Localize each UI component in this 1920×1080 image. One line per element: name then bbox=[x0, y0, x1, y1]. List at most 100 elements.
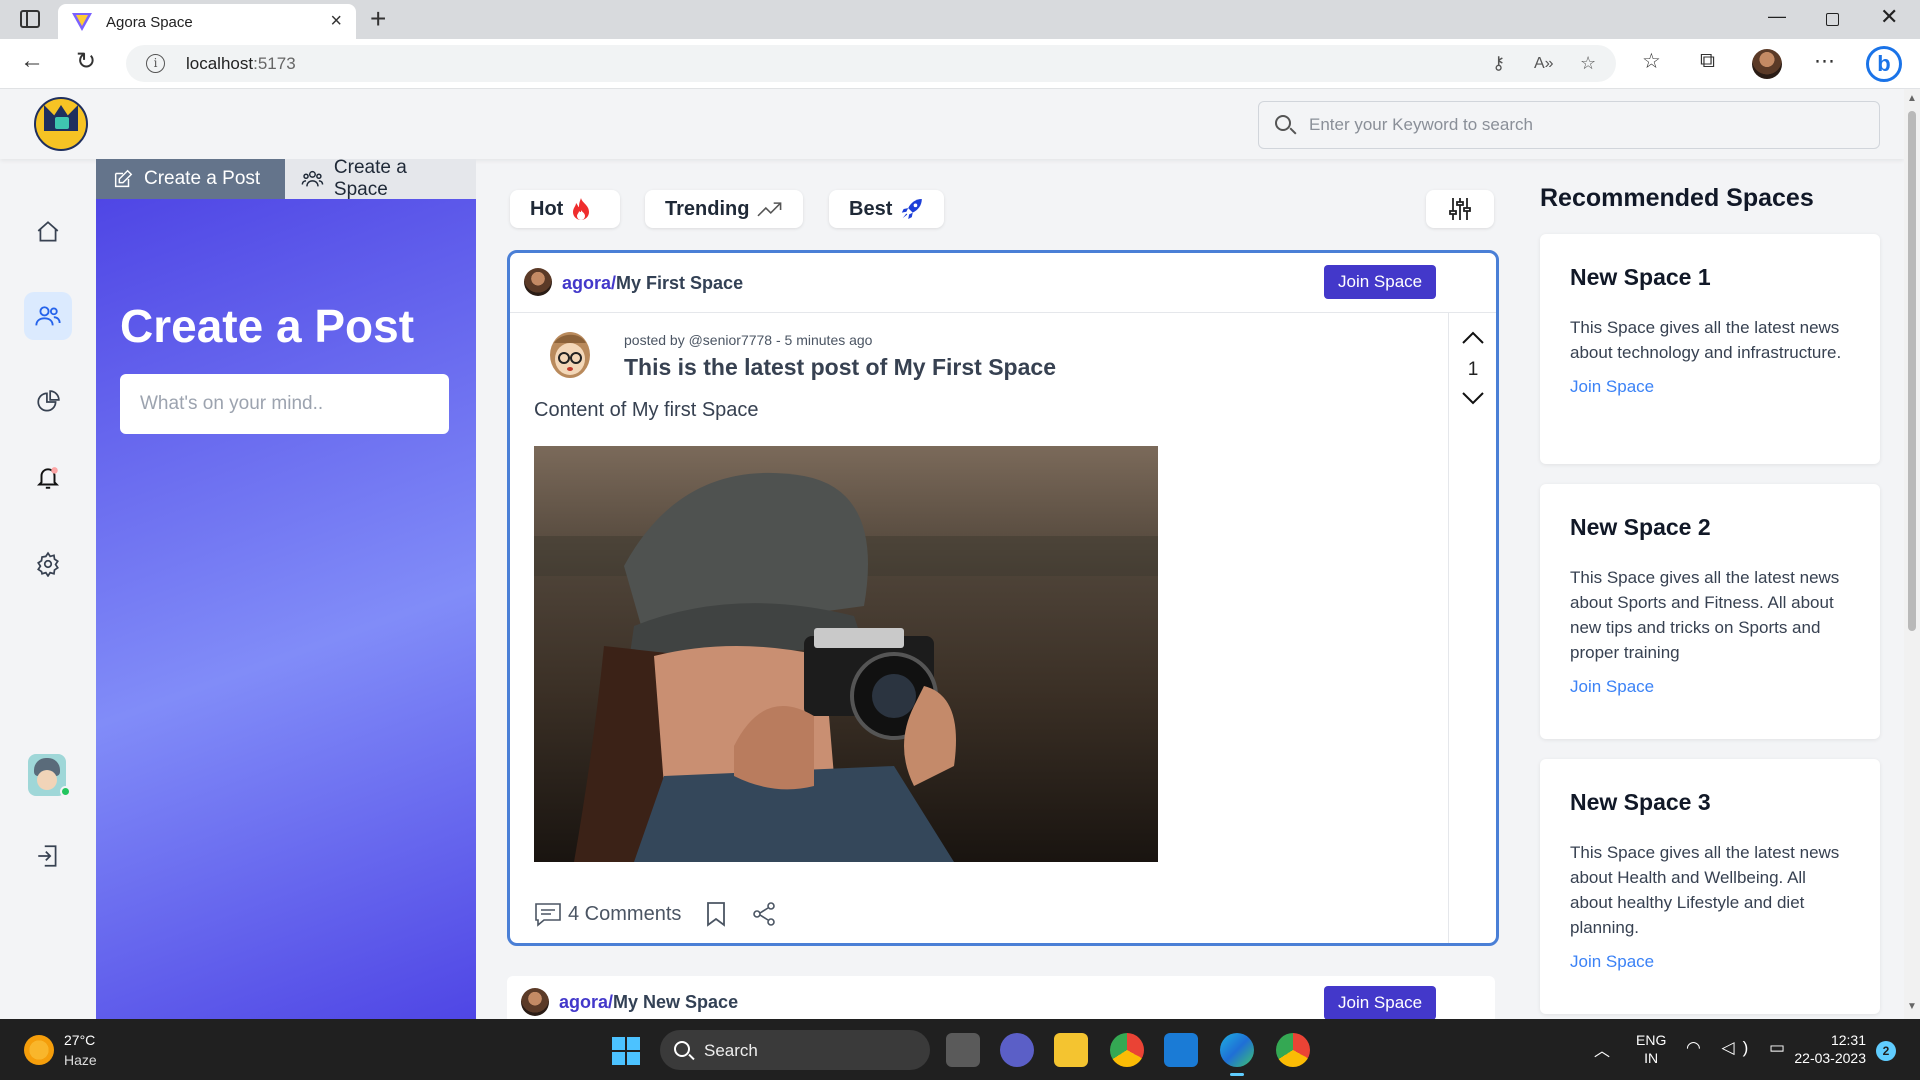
users-icon bbox=[301, 170, 324, 187]
bookmark-icon[interactable] bbox=[705, 901, 727, 927]
pencil-square-icon bbox=[114, 169, 133, 188]
post-card: agora/My New Space Join Space bbox=[507, 976, 1495, 1020]
logout-icon[interactable] bbox=[24, 832, 72, 880]
comments-button[interactable]: 4 Comments bbox=[534, 901, 681, 927]
window-close-icon[interactable]: ✕ bbox=[1880, 4, 1898, 30]
edge-icon[interactable] bbox=[1220, 1033, 1254, 1076]
post-image[interactable] bbox=[534, 446, 1158, 862]
start-icon[interactable] bbox=[612, 1037, 640, 1065]
filter-settings-button[interactable] bbox=[1426, 190, 1494, 228]
bing-icon[interactable]: b bbox=[1866, 46, 1902, 82]
chrome-profile-icon[interactable] bbox=[1276, 1033, 1310, 1067]
home-icon[interactable] bbox=[24, 208, 72, 256]
weather-condition: Haze bbox=[64, 1052, 97, 1068]
taskbar-search[interactable]: Search bbox=[660, 1030, 930, 1070]
key-icon[interactable]: ⚷ bbox=[1492, 53, 1505, 74]
post-actions: 4 Comments bbox=[534, 901, 777, 927]
post-card: agora/My First Space Join Space posted b… bbox=[507, 250, 1499, 946]
space-avatar bbox=[521, 988, 549, 1016]
address-bar[interactable]: i localhost:5173 ⚷ A» ☆ bbox=[126, 45, 1616, 82]
tab-create-post[interactable]: Create a Post bbox=[96, 159, 285, 199]
filter-hot-button[interactable]: Hot bbox=[510, 190, 620, 228]
minimize-icon[interactable]: — bbox=[1768, 6, 1786, 27]
scroll-up-icon[interactable]: ▲ bbox=[1907, 93, 1917, 104]
space-card: New Space 3 This Space gives all the lat… bbox=[1540, 759, 1880, 1014]
agora-logo[interactable] bbox=[34, 97, 88, 151]
filter-best-label: Best bbox=[849, 197, 893, 220]
upvote-icon[interactable] bbox=[1461, 331, 1485, 345]
create-tabs: Create a Post Create a Space bbox=[96, 157, 476, 200]
page-scrollbar[interactable]: ▲ ▼ bbox=[1904, 89, 1920, 1019]
space-name[interactable]: New Space 3 bbox=[1570, 789, 1850, 816]
tab-create-space[interactable]: Create a Space bbox=[285, 157, 476, 200]
weather-icon[interactable] bbox=[24, 1035, 54, 1065]
post-body: posted by @senior7778 - 5 minutes ago Th… bbox=[510, 313, 1448, 943]
reload-icon[interactable]: ↻ bbox=[76, 47, 96, 76]
search-box[interactable] bbox=[1258, 101, 1880, 149]
new-tab-icon[interactable]: + bbox=[370, 3, 386, 35]
search-icon bbox=[1275, 115, 1291, 131]
browser-tab-bar: Agora Space × + — ✕ bbox=[0, 0, 1920, 39]
task-view-icon[interactable] bbox=[946, 1033, 980, 1067]
filter-hot-label: Hot bbox=[530, 197, 564, 220]
photographer-image bbox=[534, 446, 1158, 862]
site-info-icon[interactable]: i bbox=[146, 54, 165, 73]
chat-icon[interactable] bbox=[1000, 1033, 1034, 1067]
create-post-panel: Create a Post bbox=[96, 199, 476, 1019]
file-explorer-icon[interactable] bbox=[1054, 1033, 1088, 1067]
browser-profile-avatar[interactable] bbox=[1752, 49, 1782, 79]
post-input[interactable] bbox=[120, 374, 449, 434]
back-icon[interactable]: ← bbox=[20, 47, 44, 75]
post-content: Content of My first Space bbox=[534, 399, 759, 421]
pie-chart-icon[interactable] bbox=[24, 378, 72, 426]
share-icon[interactable] bbox=[751, 901, 777, 927]
author-avatar[interactable] bbox=[544, 325, 596, 381]
search-input[interactable] bbox=[1309, 112, 1849, 138]
space-name[interactable]: New Space 2 bbox=[1570, 514, 1850, 541]
downvote-icon[interactable] bbox=[1461, 391, 1485, 405]
tab-create-post-label: Create a Post bbox=[144, 168, 261, 189]
tab-actions-icon[interactable] bbox=[20, 10, 40, 28]
users-icon[interactable] bbox=[24, 292, 72, 340]
collections-icon[interactable]: ⧉ bbox=[1700, 49, 1715, 73]
clock[interactable]: 12:31 22-03-2023 bbox=[1786, 1031, 1866, 1067]
browser-tab[interactable]: Agora Space × bbox=[58, 4, 356, 39]
read-aloud-icon[interactable]: A» bbox=[1534, 55, 1554, 73]
favorites-icon[interactable]: ☆ bbox=[1642, 49, 1661, 74]
space-link[interactable]: agora/My First Space bbox=[562, 273, 743, 294]
add-favorite-icon[interactable]: ☆ bbox=[1580, 53, 1596, 74]
tray-overflow-icon[interactable]: ︿ bbox=[1594, 1037, 1610, 1061]
filter-trending-label: Trending bbox=[665, 197, 750, 220]
vscode-icon[interactable] bbox=[1164, 1033, 1198, 1067]
search-icon bbox=[674, 1041, 690, 1057]
vote-count: 1 bbox=[1467, 359, 1479, 380]
app-header bbox=[0, 89, 1904, 159]
chrome-icon[interactable] bbox=[1110, 1033, 1144, 1067]
filter-best-button[interactable]: Best bbox=[829, 190, 944, 228]
filter-trending-button[interactable]: Trending bbox=[645, 190, 803, 228]
bell-icon[interactable] bbox=[24, 454, 72, 502]
join-space-button[interactable]: Join Space bbox=[1324, 265, 1437, 299]
scroll-down-icon[interactable]: ▼ bbox=[1907, 1001, 1917, 1012]
system-tray-icons[interactable]: ◠ ◁) ▭ bbox=[1686, 1038, 1793, 1058]
taskbar: 27°C Haze Search ︿ ENG IN ◠ ◁) ▭ 12:31 22-… bbox=[0, 1019, 1920, 1080]
tab-close-icon[interactable]: × bbox=[330, 10, 342, 33]
space-description: This Space gives all the latest news abo… bbox=[1570, 568, 1840, 662]
language-indicator[interactable]: ENG IN bbox=[1636, 1031, 1666, 1067]
maximize-icon[interactable] bbox=[1826, 13, 1839, 26]
space-name[interactable]: New Space 1 bbox=[1570, 264, 1850, 291]
join-space-link[interactable]: Join Space bbox=[1570, 677, 1850, 697]
space-link[interactable]: agora/My New Space bbox=[559, 992, 738, 1013]
join-space-button[interactable]: Join Space bbox=[1324, 986, 1437, 1020]
fire-icon bbox=[573, 198, 590, 220]
space-description: This Space gives all the latest news abo… bbox=[1570, 318, 1842, 362]
more-icon[interactable]: ⋯ bbox=[1814, 49, 1835, 74]
notification-badge[interactable]: 2 bbox=[1876, 1041, 1896, 1061]
online-status-dot bbox=[60, 786, 71, 797]
scroll-thumb[interactable] bbox=[1908, 111, 1916, 631]
join-space-link[interactable]: Join Space bbox=[1570, 377, 1850, 397]
browser-toolbar: ← ↻ i localhost:5173 ⚷ A» ☆ ☆ ⧉ ⋯ b bbox=[0, 39, 1920, 89]
post-title[interactable]: This is the latest post of My First Spac… bbox=[624, 354, 1056, 381]
settings-icon[interactable] bbox=[24, 540, 72, 588]
join-space-link[interactable]: Join Space bbox=[1570, 952, 1850, 972]
